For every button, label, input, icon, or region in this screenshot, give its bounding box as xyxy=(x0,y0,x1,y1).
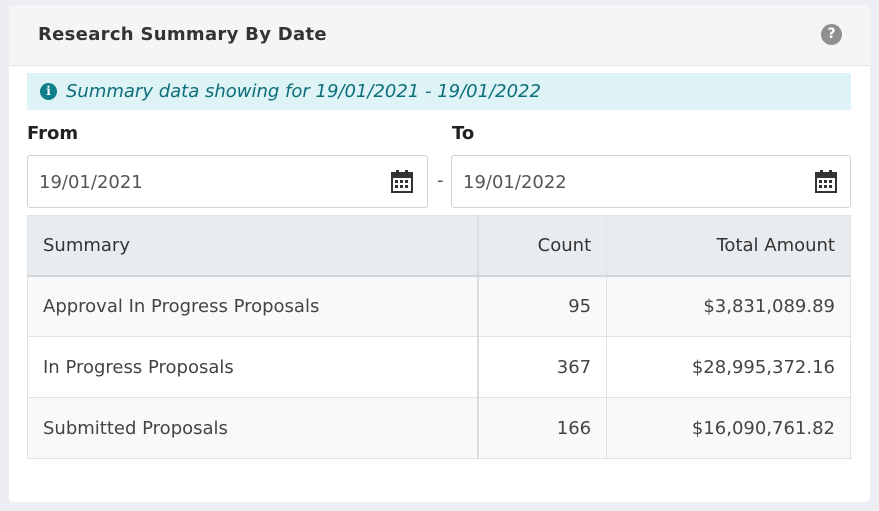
table-row: Submitted Proposals 166 $16,090,761.82 xyxy=(26,397,851,459)
row-total-amount: $3,831,089.89 xyxy=(606,275,851,337)
row-total-amount: $28,995,372.16 xyxy=(606,336,851,398)
from-date-value: 19/01/2021 xyxy=(39,172,143,193)
to-label: To xyxy=(452,123,475,144)
calendar-icon[interactable] xyxy=(391,170,413,193)
date-separator: - xyxy=(437,170,444,191)
from-label: From xyxy=(27,123,79,144)
row-summary: In Progress Proposals xyxy=(26,336,479,398)
calendar-icon[interactable] xyxy=(815,170,837,193)
column-header-total-amount[interactable]: Total Amount xyxy=(606,215,851,277)
card-title: Research Summary By Date xyxy=(38,24,327,45)
summary-table: Summary Count Total Amount Approval In P… xyxy=(26,215,851,459)
row-summary: Submitted Proposals xyxy=(26,397,479,459)
column-header-count[interactable]: Count xyxy=(477,215,608,277)
alert-text: Summary data showing for 19/01/2021 - 19… xyxy=(66,81,541,102)
column-header-summary[interactable]: Summary xyxy=(26,215,479,277)
table-row: In Progress Proposals 367 $28,995,372.16 xyxy=(26,336,851,398)
to-date-value: 19/01/2022 xyxy=(463,172,567,193)
card-header: Research Summary By Date ? xyxy=(9,5,870,66)
info-alert: i Summary data showing for 19/01/2021 - … xyxy=(27,73,851,110)
to-date-input[interactable]: 19/01/2022 xyxy=(451,155,851,208)
research-summary-card: Research Summary By Date ? i Summary dat… xyxy=(9,5,870,502)
question-circle-icon[interactable]: ? xyxy=(821,24,842,45)
from-date-input[interactable]: 19/01/2021 xyxy=(27,155,428,208)
info-circle-icon: i xyxy=(40,83,57,100)
row-count: 95 xyxy=(477,275,608,337)
row-total-amount: $16,090,761.82 xyxy=(606,397,851,459)
row-count: 166 xyxy=(477,397,608,459)
row-summary: Approval In Progress Proposals xyxy=(26,275,479,337)
table-header-row: Summary Count Total Amount xyxy=(26,215,851,277)
row-count: 367 xyxy=(477,336,608,398)
table-row: Approval In Progress Proposals 95 $3,831… xyxy=(26,275,851,337)
